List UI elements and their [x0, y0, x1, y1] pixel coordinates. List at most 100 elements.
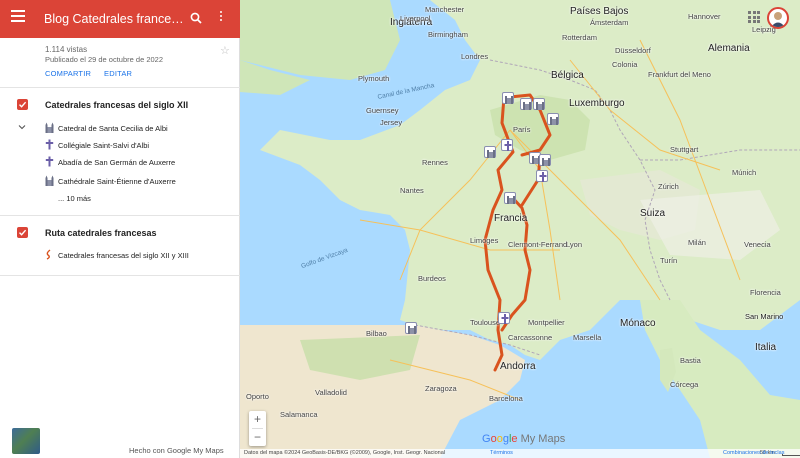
zoom-in-button[interactable]: + [249, 411, 266, 428]
zoom-controls: + − [249, 411, 266, 446]
place-label: Nantes [400, 186, 424, 195]
keyboard-shortcuts-link[interactable]: Combinaciones de teclas [723, 450, 784, 456]
zoom-out-button[interactable]: − [249, 429, 266, 446]
country-label: Mónaco [620, 318, 656, 329]
place-label: Plymouth [358, 74, 390, 83]
place-label: Clermont-Ferrand [508, 240, 568, 249]
country-label: Suiza [640, 208, 666, 219]
cathedral-marker[interactable] [504, 192, 516, 204]
place-label: Florencia [750, 288, 781, 297]
item-label: Abadía de San Germán de Auxerre [58, 158, 176, 167]
divider [0, 215, 240, 216]
cross-marker[interactable] [501, 139, 513, 151]
cathedral-marker[interactable] [547, 113, 559, 125]
place-label: Hannover [688, 12, 721, 21]
place-label: Liverpool [400, 14, 431, 23]
share-button[interactable]: COMPARTIR [45, 69, 91, 78]
cross-icon [45, 139, 54, 150]
place-label: Zaragoza [425, 384, 457, 393]
place-label: Birmingham [428, 30, 469, 39]
place-label: Guernsey [366, 106, 399, 115]
cathedral-marker[interactable] [539, 154, 551, 166]
cathedral-marker[interactable] [520, 98, 532, 110]
place-label: Bastia [680, 356, 701, 365]
place-label: Stuttgart [670, 145, 699, 154]
app-header: Blog Catedrales francesas... [0, 0, 240, 38]
cathedral-marker[interactable] [533, 98, 545, 110]
place-label: Múnich [732, 168, 757, 177]
avatar-icon [771, 12, 785, 27]
attribution-text: Datos del mapa ©2024 GeoBasis-DE/BKG (©2… [244, 450, 446, 456]
layer-1-title[interactable]: Catedrales francesas del siglo XII [45, 100, 188, 110]
cathedral-icon [45, 122, 54, 133]
place-label: Jersey [380, 118, 403, 127]
published-date: Publicado el 29 de octubre de 2022 [45, 55, 164, 64]
country-label: Francia [494, 213, 528, 224]
edit-button[interactable]: EDITAR [104, 69, 132, 78]
layer-2-checkbox[interactable] [17, 227, 28, 238]
cathedral-marker[interactable] [405, 322, 417, 334]
cathedral-icon [45, 175, 54, 186]
country-label: Italia [755, 342, 777, 353]
place-label: Ámsterdam [590, 18, 629, 27]
star-icon[interactable]: ☆ [220, 44, 230, 57]
place-label: Montpellier [528, 318, 565, 327]
more-options-icon[interactable] [219, 11, 223, 25]
made-with-text: Hecho con Google My Maps [129, 446, 224, 455]
cathedral-marker[interactable] [502, 92, 514, 104]
basemap-thumbnail[interactable] [12, 428, 40, 454]
place-label: Toulouse [470, 318, 501, 327]
view-count: 1.114 vistas [45, 45, 88, 54]
place-label: Colonia [612, 60, 638, 69]
cross-marker[interactable] [498, 312, 510, 324]
search-icon[interactable] [190, 12, 202, 24]
item-label: Cathédrale Saint-Étienne d'Auxerre [58, 177, 176, 186]
place-label: Córcega [670, 380, 699, 389]
menu-icon[interactable] [11, 10, 25, 24]
profile-avatar[interactable] [767, 7, 789, 29]
terms-link[interactable]: Términos [490, 450, 513, 456]
map-meta: 1.114 vistas Publicado el 29 de octubre … [0, 38, 240, 88]
divider [0, 275, 240, 276]
country-label: Bélgica [551, 70, 584, 81]
item-label: Collégiale Saint-Salvi d'Albi [58, 141, 150, 150]
place-label: Limoges [470, 236, 499, 245]
country-label: Andorra [500, 361, 536, 372]
item-label: Catedrales francesas del siglo XII y XII… [58, 251, 189, 260]
place-label: Carcassonne [508, 333, 553, 342]
chevron-down-icon[interactable] [18, 124, 26, 130]
apps-grid-icon[interactable] [748, 11, 760, 23]
place-label: Marsella [573, 333, 602, 342]
place-label: Valladolid [315, 388, 347, 397]
show-more-link[interactable]: ... 10 más [58, 194, 91, 203]
country-label: San Marino [745, 312, 784, 321]
place-label: Frankfurt del Meno [648, 70, 711, 79]
place-label: Oporto [246, 392, 269, 401]
route-line-icon [46, 249, 51, 260]
place-label: Lyon [566, 240, 582, 249]
layer-2-title[interactable]: Ruta catedrales francesas [45, 228, 157, 238]
place-label: Londres [461, 52, 489, 61]
place-label: Salamanca [280, 410, 318, 419]
cross-marker[interactable] [536, 170, 548, 182]
layer-1-checkbox[interactable] [17, 99, 28, 110]
country-label: Luxemburgo [569, 98, 625, 109]
place-label: Zúrich [658, 182, 679, 191]
place-label: Barcelona [489, 394, 523, 403]
place-label: Burdeos [418, 274, 446, 283]
item-label: Catedral de Santa Cecilia de Albi [58, 124, 168, 133]
map-canvas[interactable]: Canal de la Mancha Golfo de Vizcaya Ingl… [240, 0, 800, 458]
place-label: Milán [688, 238, 706, 247]
place-label: Manchester [425, 5, 465, 14]
place-label: Rennes [422, 158, 448, 167]
map-title[interactable]: Blog Catedrales francesas... [44, 12, 184, 26]
cross-icon [45, 156, 54, 167]
map-sidebar: Blog Catedrales francesas... 1.114 vista… [0, 0, 240, 458]
place-label: Turín [660, 256, 678, 265]
place-label: París [513, 125, 531, 134]
google-my-maps-logo: Google My Maps [482, 433, 566, 445]
place-label: Bilbao [366, 329, 387, 338]
cathedral-marker[interactable] [484, 146, 496, 158]
country-label: Alemania [708, 43, 750, 54]
place-label: Düsseldorf [615, 46, 651, 55]
